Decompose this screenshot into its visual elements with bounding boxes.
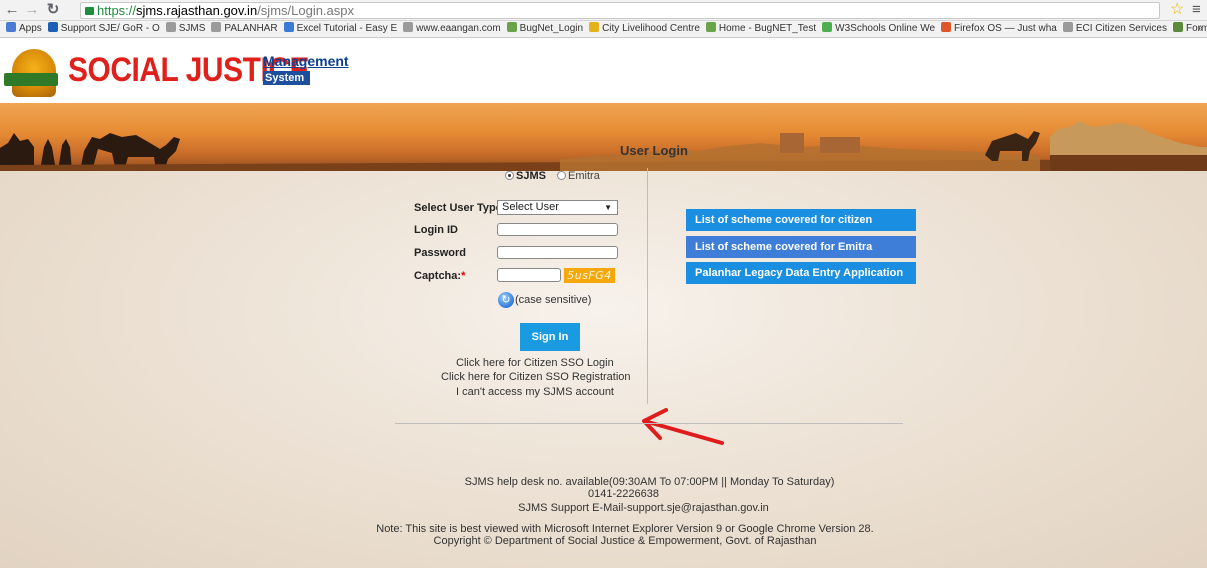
bookmark-favicon-icon: [941, 22, 952, 32]
user-type-select-value: Select User: [502, 201, 559, 213]
bookmark-label: BugNet_Login: [519, 23, 584, 34]
desert-banner-image: [0, 103, 1207, 171]
captcha-image: 5usFG4: [564, 268, 615, 283]
radio-sjms-label: SJMS: [516, 170, 546, 182]
citizen-sso-registration-link[interactable]: Click here for Citizen SSO Registration: [441, 371, 631, 383]
bookmark-item[interactable]: W3Schools Online We: [822, 21, 935, 37]
bookmark-item[interactable]: BugNet_Login: [506, 21, 584, 37]
bookmark-item[interactable]: SJMS: [165, 21, 206, 37]
bookmark-favicon-icon: [1172, 22, 1183, 32]
citizen-schemes-button[interactable]: List of scheme covered for citizen: [686, 209, 916, 231]
helpdesk-phone: 0141-2226638: [588, 488, 659, 500]
logo-management: Management: [263, 53, 349, 69]
menu-icon[interactable]: ≡: [1192, 0, 1201, 20]
user-type-select[interactable]: Select User ▼: [497, 200, 618, 215]
radio-emitra[interactable]: [557, 171, 567, 180]
user-login-title: User Login: [620, 143, 688, 158]
bookmark-favicon-icon: [6, 22, 16, 32]
bookmark-favicon-icon: [403, 22, 414, 32]
bookmark-item[interactable]: ECI Citizen Services: [1062, 21, 1167, 37]
banner-silhouettes: [0, 121, 1207, 171]
bookmark-favicon-icon: [506, 22, 517, 32]
browser-toolbar: ← → ↻ https://sjms.rajasthan.gov.in/sjms…: [0, 0, 1207, 21]
bookmark-item[interactable]: Apps: [6, 21, 42, 37]
emblem-band: [4, 73, 58, 86]
bookmark-favicon-icon: [165, 22, 176, 32]
url-path: /sjms/Login.aspx: [257, 3, 355, 18]
bookmark-favicon-icon: [705, 22, 716, 32]
helpdesk-text: SJMS help desk no. available(09:30AM To …: [464, 476, 835, 488]
bookmarks-overflow-icon[interactable]: »: [1197, 21, 1203, 37]
sign-in-button[interactable]: Sign In: [520, 323, 580, 351]
logo-system: System: [263, 71, 310, 85]
bookmark-label: Firefox OS — Just wha: [954, 23, 1057, 34]
bookmark-label: Home - BugNET_Test: [718, 23, 817, 34]
bookmark-label: SJMS: [178, 23, 206, 34]
url-host: sjms.rajasthan.gov.in: [136, 3, 258, 18]
browser-note: Note: This site is best viewed with Micr…: [376, 523, 874, 535]
bookmark-favicon-icon: [283, 22, 294, 32]
emitra-schemes-button[interactable]: List of scheme covered for Emitra: [686, 236, 916, 258]
bookmark-item[interactable]: Firefox OS — Just wha: [941, 21, 1057, 37]
support-email: SJMS Support E-Mail-support.sje@rajastha…: [518, 502, 769, 514]
bookmark-item[interactable]: City Livelihood Centre: [589, 21, 700, 37]
bookmark-label: Excel Tutorial - Easy E: [296, 23, 398, 34]
bookmark-item[interactable]: Support SJE/ GoR - O: [47, 21, 160, 37]
login-id-label: Login ID: [414, 224, 458, 236]
bookmark-item[interactable]: Home - BugNET_Test: [705, 21, 817, 37]
password-label: Password: [414, 247, 466, 259]
chevron-down-icon: ▼: [604, 203, 612, 212]
bookmark-item[interactable]: Excel Tutorial - Easy E: [283, 21, 398, 37]
address-bar[interactable]: https://sjms.rajasthan.gov.in/sjms/Login…: [80, 2, 1160, 19]
bookmark-star-icon[interactable]: ☆: [1170, 1, 1184, 19]
bookmark-favicon-icon: [589, 22, 600, 32]
radio-sjms[interactable]: [505, 171, 514, 180]
radio-emitra-label: Emitra: [568, 170, 600, 182]
red-annotation-arrow-icon: [642, 408, 724, 445]
bookmark-favicon-icon: [1062, 22, 1073, 32]
login-id-input[interactable]: [497, 223, 618, 236]
user-type-label: Select User Type: [414, 202, 502, 214]
horizontal-divider: [395, 423, 903, 424]
bookmark-item[interactable]: PALANHAR: [211, 21, 278, 37]
captcha-input[interactable]: [497, 268, 561, 282]
refresh-captcha-icon[interactable]: ↻: [498, 292, 514, 308]
vertical-divider: [647, 168, 648, 404]
back-arrow-icon[interactable]: ←: [4, 1, 20, 19]
captcha-label-text: Captcha:: [414, 270, 462, 282]
bookmark-favicon-icon: [211, 22, 222, 32]
login-mode-radio-group: SJMS Emitra: [505, 170, 608, 182]
required-marker: *: [461, 270, 466, 282]
bookmark-label: ECI Citizen Services: [1075, 23, 1167, 34]
forward-arrow-icon[interactable]: →: [24, 1, 40, 19]
bookmark-label: PALANHAR: [224, 23, 278, 34]
bookmark-label: City Livelihood Centre: [602, 23, 700, 34]
cant-access-account-link[interactable]: I can't access my SJMS account: [456, 386, 614, 398]
reload-icon[interactable]: ↻: [45, 1, 61, 19]
password-input[interactable]: [497, 246, 618, 259]
lock-icon: [85, 7, 94, 15]
citizen-sso-login-link[interactable]: Click here for Citizen SSO Login: [456, 357, 614, 369]
captcha-label: Captcha:*: [414, 270, 465, 282]
bookmark-item[interactable]: www.eaangan.com: [403, 21, 501, 37]
palanhar-legacy-button[interactable]: Palanhar Legacy Data Entry Application: [686, 262, 916, 284]
bookmark-favicon-icon: [822, 22, 833, 32]
bookmarks-bar: Apps Support SJE/ GoR - O SJMS PALANHAR Exce…: [0, 21, 1207, 38]
bookmark-label: W3Schools Online We: [835, 23, 936, 34]
bookmark-favicon-icon: [47, 22, 58, 32]
case-sensitive-note: (case sensitive): [515, 294, 592, 306]
copyright-text: Copyright © Department of Social Justice…: [433, 535, 817, 547]
bookmark-label: Support SJE/ GoR - O: [60, 23, 160, 34]
url-scheme: https://: [97, 3, 137, 18]
bookmark-label: Apps: [19, 23, 42, 34]
bookmark-label: www.eaangan.com: [416, 23, 501, 34]
site-header: SOCIAL JUSTICE Management System: [0, 39, 1207, 103]
